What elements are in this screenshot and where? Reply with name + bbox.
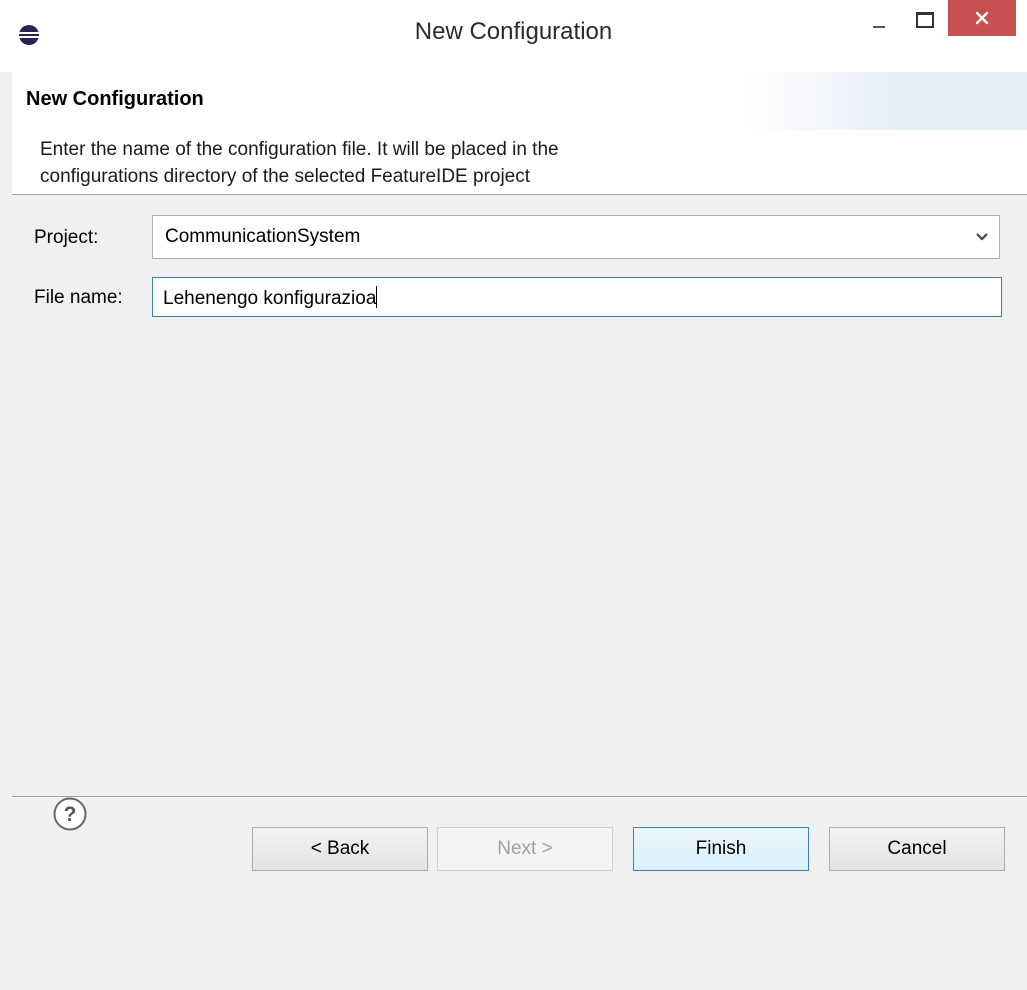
dialog-window: New Configuration New Configuration Ente… (0, 0, 1027, 990)
filename-input[interactable]: Lehenengo konfigurazioa (152, 277, 1002, 317)
svg-text:?: ? (64, 803, 77, 826)
wizard-title: New Configuration (26, 88, 204, 110)
minimize-button[interactable] (856, 0, 902, 40)
close-button[interactable] (948, 0, 1016, 36)
wizard-description-line-1: Enter the name of the configuration file… (40, 139, 559, 160)
next-button[interactable]: Next > (437, 827, 613, 871)
header-banner-image (747, 72, 1027, 130)
minimize-icon (873, 26, 885, 28)
cancel-button[interactable]: Cancel (829, 827, 1005, 871)
wizard-description: Enter the name of the configuration file… (40, 136, 800, 190)
text-caret (376, 286, 378, 308)
chevron-down-icon[interactable] (975, 231, 989, 243)
title-bar[interactable]: New Configuration (0, 0, 1027, 72)
wizard-header: New Configuration Enter the name of the … (12, 72, 1027, 195)
filename-input-content: Lehenengo konfigurazioa (163, 286, 378, 310)
maximize-icon (916, 12, 934, 28)
filename-label: File name: (34, 287, 123, 308)
wizard-body: Project: CommunicationSystem File name: … (12, 195, 1027, 795)
wizard-footer: ? (12, 796, 1027, 978)
project-dropdown[interactable]: CommunicationSystem (152, 215, 1000, 259)
maximize-button[interactable] (902, 0, 948, 40)
back-button[interactable]: < Back (252, 827, 428, 871)
project-label: Project: (34, 227, 99, 248)
close-icon (975, 11, 989, 25)
help-icon[interactable]: ? (52, 796, 88, 832)
project-dropdown-value: CommunicationSystem (165, 226, 361, 247)
filename-input-value: Lehenengo konfigurazioa (163, 288, 377, 309)
wizard-description-line-2: configurations directory of the selected… (40, 166, 531, 187)
finish-button[interactable]: Finish (633, 827, 809, 871)
